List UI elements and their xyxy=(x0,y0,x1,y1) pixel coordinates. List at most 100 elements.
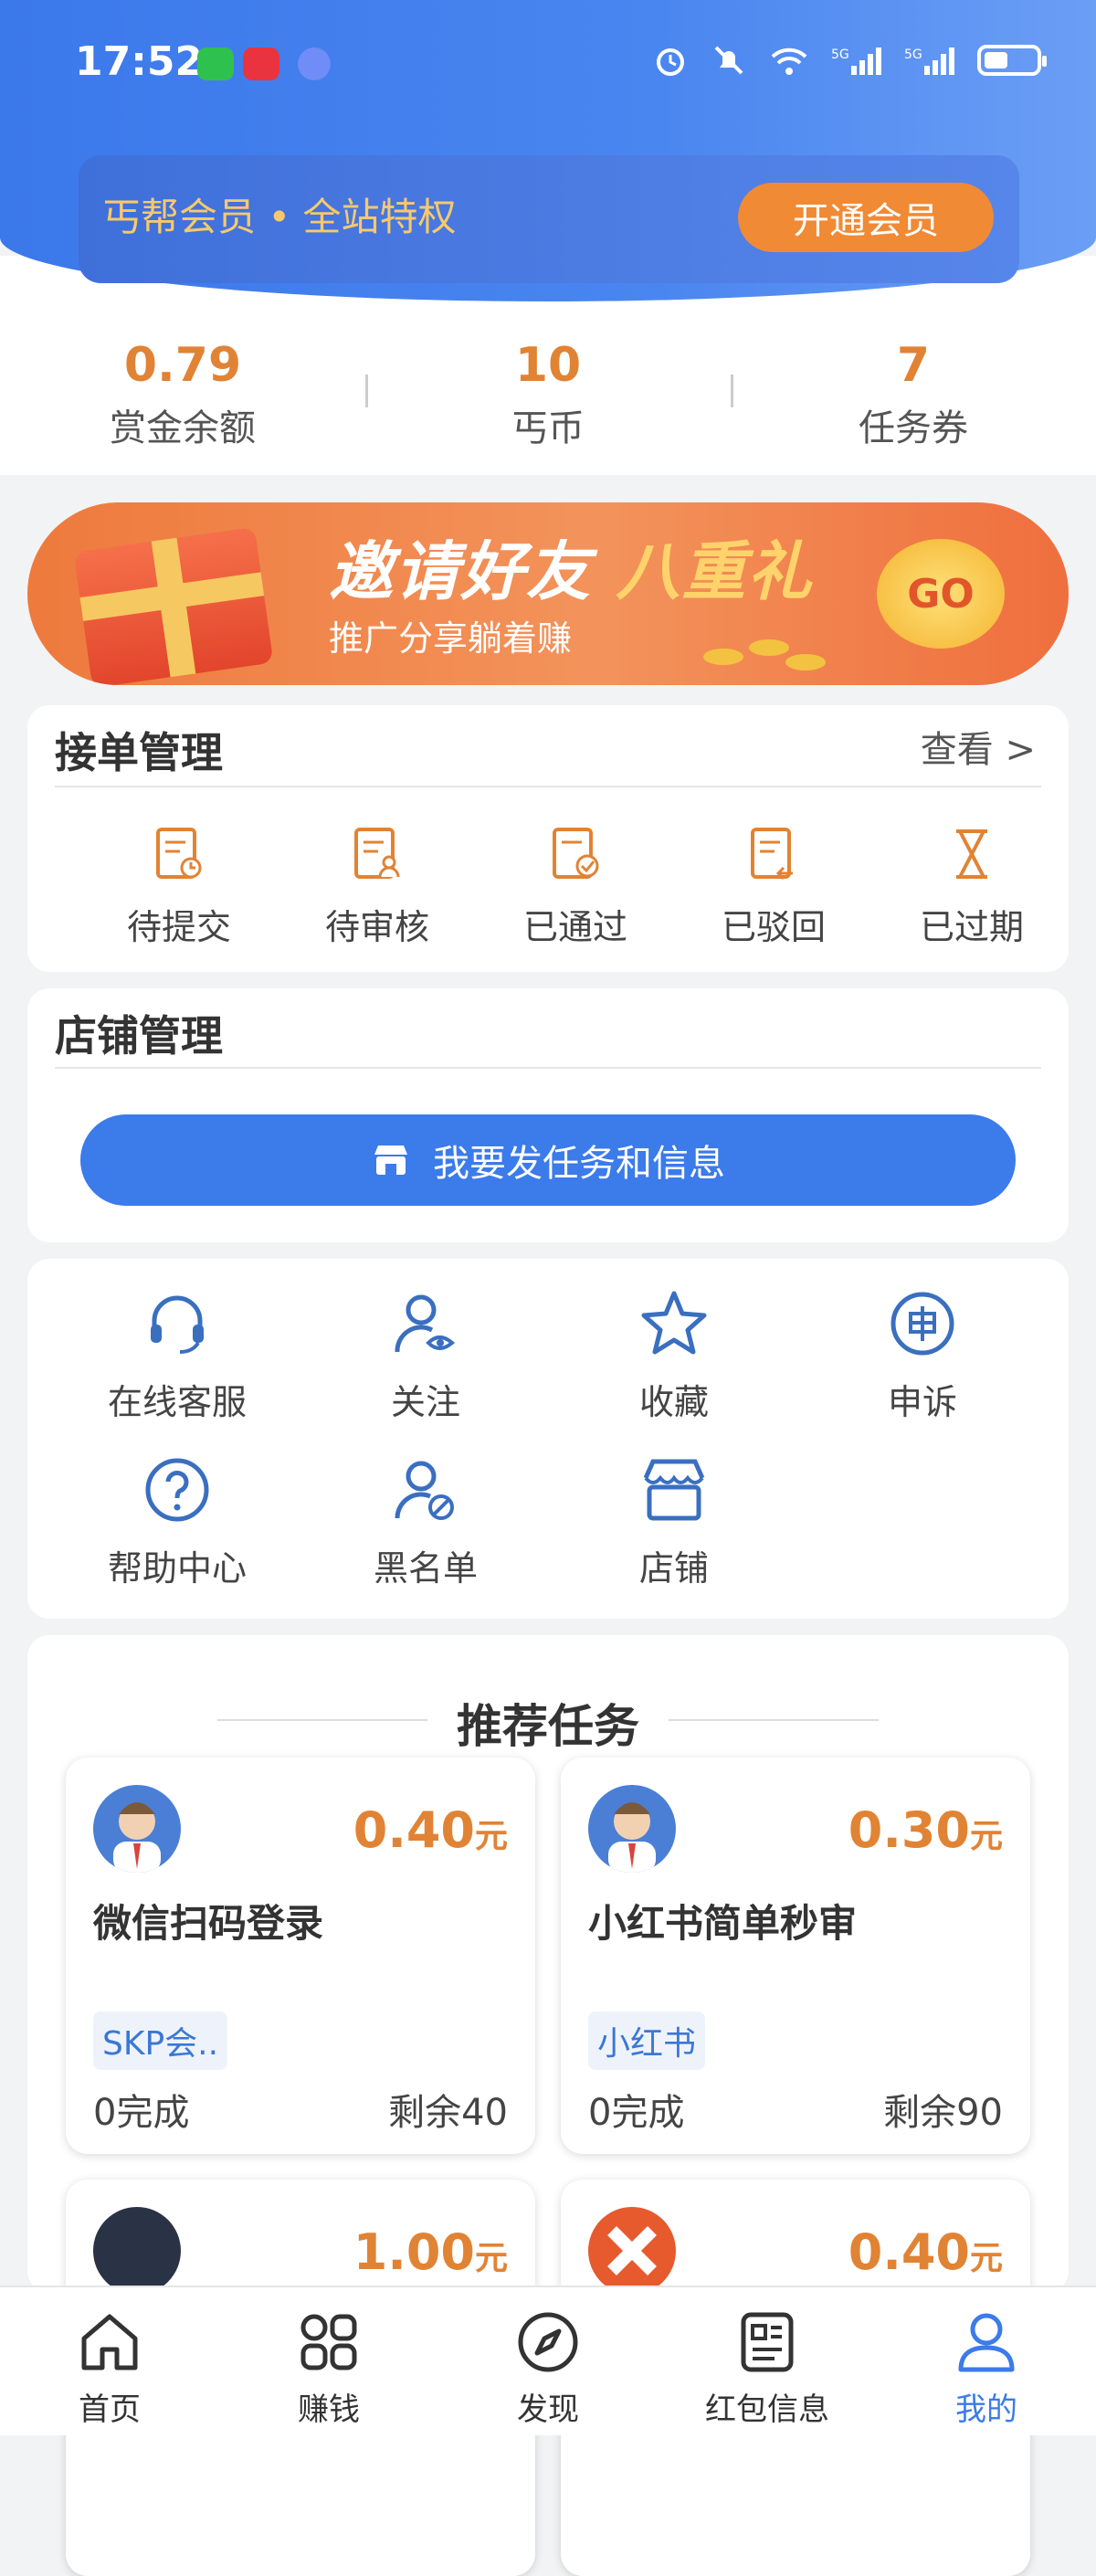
appeal-icon xyxy=(890,1292,954,1356)
avatar xyxy=(588,1785,676,1873)
services-card: 在线客服 关注 收藏 申诉 帮助中心 黑名单 店铺 xyxy=(27,1259,1069,1619)
task-tag: SKP会.. xyxy=(93,2011,228,2070)
wechat-icon xyxy=(197,48,234,80)
tab-label: 红包信息 xyxy=(705,2391,829,2428)
service-help-center[interactable]: 帮助中心 xyxy=(68,1451,287,1590)
order-pending-submit[interactable]: 待提交 xyxy=(88,822,270,949)
star-icon xyxy=(641,1291,707,1355)
stat-label: 任务券 xyxy=(859,407,968,449)
avatar xyxy=(93,2207,181,2295)
order-management-card: 接单管理 查看 > 待提交 待审核 已通过 已驳回 已过期 xyxy=(27,705,1069,972)
publish-task-label: 我要发任务和信息 xyxy=(433,1143,725,1185)
service-favorites[interactable]: 收藏 xyxy=(564,1284,784,1424)
coin-image xyxy=(703,649,743,665)
tab-earn[interactable]: 赚钱 xyxy=(237,2307,420,2429)
banner-subtitle: 推广分享躺着赚 xyxy=(329,618,573,659)
stat-value: 0.79 xyxy=(123,338,242,393)
service-label: 关注 xyxy=(390,1382,460,1422)
task-card[interactable]: 0.30元 小红书简单秒审 小红书 0完成 剩余90 xyxy=(561,1758,1030,2154)
open-membership-button[interactable]: 开通会员 xyxy=(738,183,994,252)
stat-coins[interactable]: 10 丐币 xyxy=(365,338,731,451)
task-name: 微信扫码登录 xyxy=(93,1901,324,1946)
store-icon xyxy=(374,1145,407,1175)
stat-value: 7 xyxy=(896,338,931,393)
service-appeal[interactable]: 申诉 xyxy=(813,1284,1032,1424)
service-label: 店铺 xyxy=(638,1548,709,1589)
card-title: 店铺管理 xyxy=(55,1011,223,1061)
member-text: 丐帮会员 • 全站特权 xyxy=(102,195,457,239)
tab-label: 首页 xyxy=(79,2391,141,2428)
shop-management-card: 店铺管理 我要发任务和信息 xyxy=(27,988,1069,1242)
avatar xyxy=(588,2207,676,2295)
divider xyxy=(55,786,1041,787)
bottom-tab-bar: 首页 赚钱 发现 红包信息 我的 xyxy=(0,2286,1096,2435)
xiaohongshu-icon xyxy=(243,48,279,80)
divider xyxy=(731,375,733,407)
service-label: 申诉 xyxy=(887,1382,957,1422)
order-rejected[interactable]: 已驳回 xyxy=(682,822,865,949)
wifi-icon xyxy=(771,48,807,75)
invite-banner[interactable]: 邀请好友 八重礼 推广分享躺着赚 GO xyxy=(27,502,1069,685)
help-icon xyxy=(145,1458,209,1522)
order-label: 已驳回 xyxy=(721,907,826,947)
newspaper-icon xyxy=(741,2312,794,2372)
message-icon xyxy=(298,48,331,80)
status-time: 17:52 xyxy=(75,38,204,85)
order-label: 待审核 xyxy=(324,907,429,947)
document-user-icon xyxy=(354,828,400,879)
mute-icon xyxy=(714,46,743,75)
order-approved[interactable]: 已通过 xyxy=(484,822,667,949)
divider xyxy=(669,1719,879,1721)
document-check-icon xyxy=(553,828,599,879)
recommended-tasks-section: 推荐任务 0.40元 微信扫码登录 SKP会.. 0完成 剩余40 0.30元 … xyxy=(27,1635,1069,2576)
order-expired[interactable]: 已过期 xyxy=(880,822,1063,949)
service-label: 黑名单 xyxy=(373,1548,478,1589)
headset-icon xyxy=(151,1295,204,1354)
task-name: 小红书简单秒审 xyxy=(588,1901,858,1946)
battery-icon xyxy=(977,45,1047,76)
service-shop[interactable]: 店铺 xyxy=(564,1451,784,1590)
divider xyxy=(365,375,368,407)
home-icon xyxy=(81,2314,138,2370)
tab-home[interactable]: 首页 xyxy=(18,2307,201,2429)
task-completed: 0完成 xyxy=(588,2092,685,2134)
order-pending-review[interactable]: 待审核 xyxy=(286,822,469,949)
member-card[interactable]: 丐帮会员 • 全站特权 开通会员 xyxy=(79,155,1019,283)
banner-title-highlight: 八重礼 xyxy=(616,534,814,609)
go-button[interactable]: GO xyxy=(877,539,1005,649)
shop-icon xyxy=(643,1459,705,1521)
service-label: 收藏 xyxy=(638,1382,709,1422)
tab-mine[interactable]: 我的 xyxy=(895,2307,1078,2429)
task-remaining: 剩余90 xyxy=(883,2092,1003,2134)
order-label: 已通过 xyxy=(522,907,627,947)
tab-discover[interactable]: 发现 xyxy=(457,2307,639,2429)
order-label: 已过期 xyxy=(919,907,1024,947)
task-completed: 0完成 xyxy=(93,2092,190,2134)
task-card[interactable]: 0.40元 微信扫码登录 SKP会.. 0完成 剩余40 xyxy=(66,1758,535,2154)
service-label: 帮助中心 xyxy=(107,1548,247,1589)
publish-task-button[interactable]: 我要发任务和信息 xyxy=(80,1114,1016,1206)
service-follow[interactable]: 关注 xyxy=(316,1284,535,1424)
coin-image xyxy=(749,639,789,656)
user-icon xyxy=(958,2313,1015,2372)
grid-icon xyxy=(300,2314,357,2370)
task-price: 0.40元 xyxy=(353,1801,508,1859)
status-indicators: 5G 5G xyxy=(652,42,1047,79)
service-online-support[interactable]: 在线客服 xyxy=(68,1284,287,1424)
svg-text:5G: 5G xyxy=(831,48,849,62)
avatar xyxy=(93,1785,181,1873)
user-block-icon xyxy=(395,1461,454,1520)
stat-balance[interactable]: 0.79 赏金余额 xyxy=(0,338,365,451)
tab-label: 发现 xyxy=(517,2391,579,2428)
tab-label: 我的 xyxy=(955,2391,1017,2428)
task-tag: 小红书 xyxy=(588,2011,706,2070)
document-return-icon xyxy=(751,828,793,881)
view-orders-link[interactable]: 查看 > xyxy=(921,720,1036,773)
tab-label: 赚钱 xyxy=(298,2391,360,2428)
stat-label: 丐币 xyxy=(511,407,585,449)
service-blacklist[interactable]: 黑名单 xyxy=(316,1451,535,1590)
user-eye-icon xyxy=(395,1294,456,1353)
task-price: 0.30元 xyxy=(848,1801,1003,1859)
tab-red-packet-info[interactable]: 红包信息 xyxy=(676,2307,859,2429)
stat-vouchers[interactable]: 7 任务券 xyxy=(731,338,1096,451)
